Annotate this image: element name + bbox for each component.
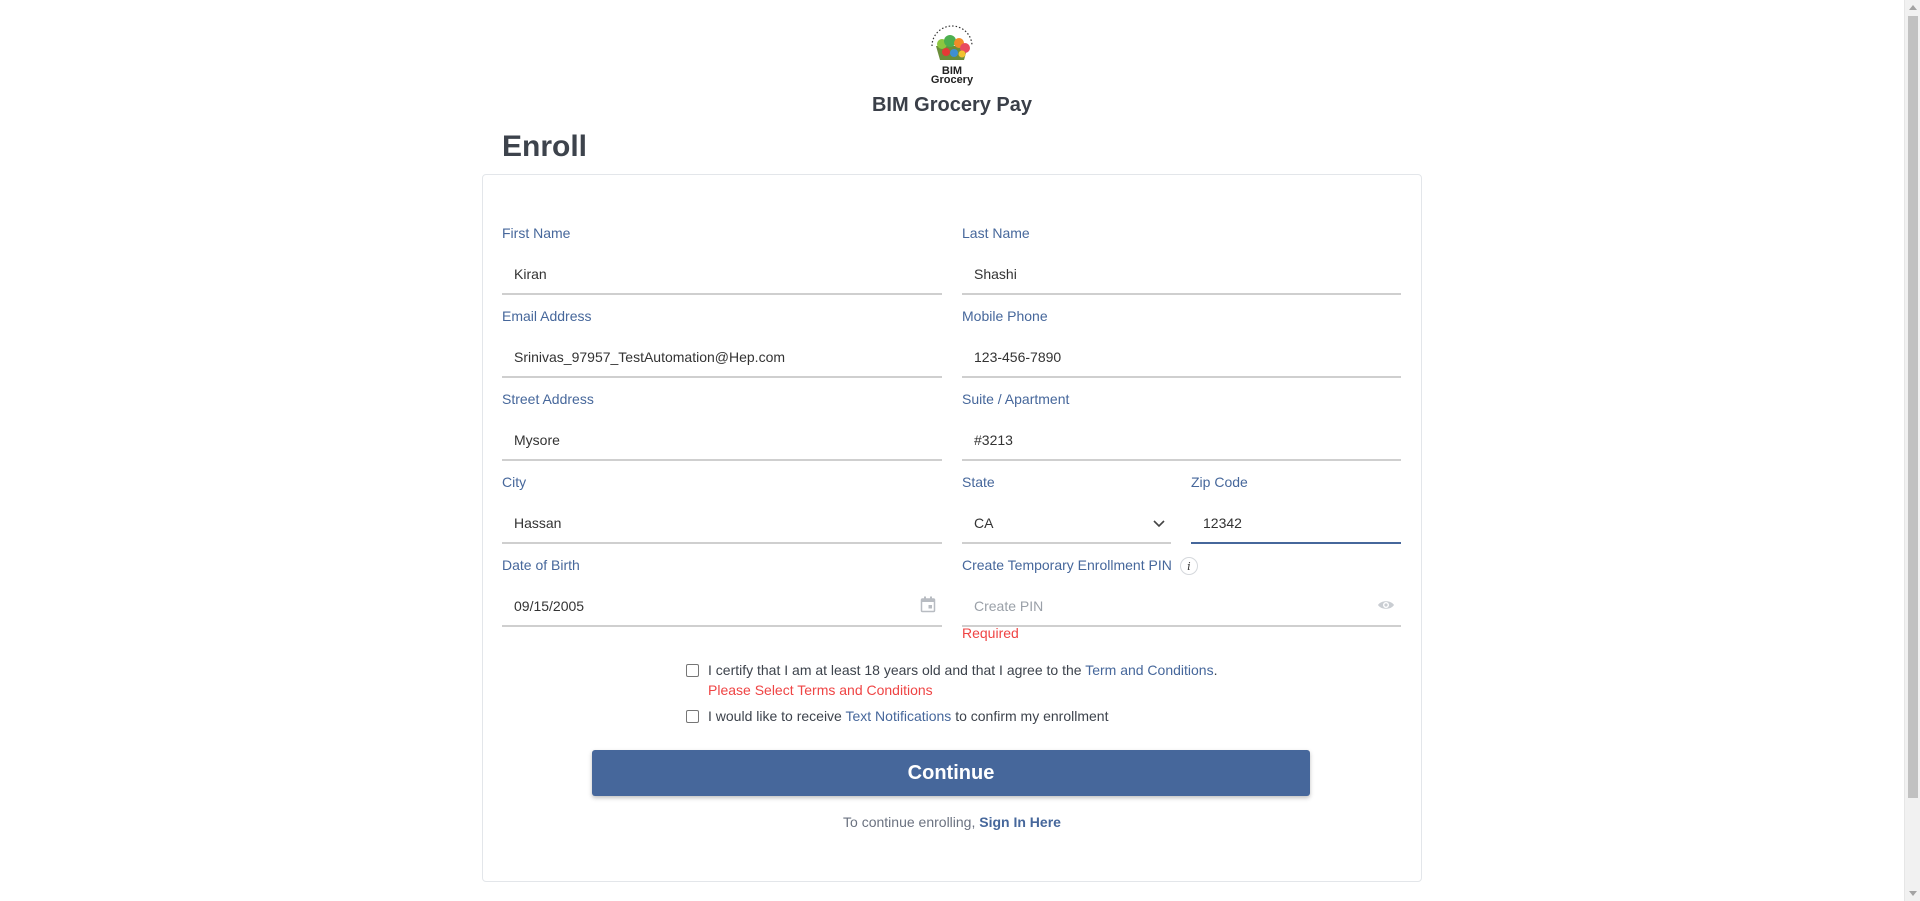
zip-code-value: 12342: [1203, 515, 1242, 531]
suite-value: #3213: [974, 432, 1013, 448]
zip-code-field: Zip Code 12342: [1191, 474, 1401, 544]
pin-field: Create Temporary Enrollment PIN i Create …: [962, 557, 1401, 627]
street-address-input[interactable]: Mysore: [502, 421, 942, 461]
sign-in-link[interactable]: Sign In Here: [979, 814, 1061, 830]
text-notifications-link[interactable]: Text Notifications: [845, 708, 951, 724]
street-address-label: Street Address: [502, 391, 594, 407]
mobile-phone-field: Mobile Phone 123-456-7890: [962, 308, 1401, 378]
sms-suffix: to confirm my enrollment: [951, 708, 1109, 724]
suite-input[interactable]: #3213: [962, 421, 1401, 461]
last-name-field: Last Name Shashi: [962, 225, 1401, 295]
first-name-value: Kiran: [514, 266, 547, 282]
brand-title: BIM Grocery Pay: [871, 94, 1033, 116]
last-name-value: Shashi: [974, 266, 1017, 282]
mobile-phone-label: Mobile Phone: [962, 308, 1048, 324]
mobile-phone-value: 123-456-7890: [974, 349, 1062, 365]
pin-label-text: Create Temporary Enrollment PIN: [962, 557, 1172, 573]
mobile-phone-input[interactable]: 123-456-7890: [962, 338, 1401, 378]
vertical-scrollbar[interactable]: [1904, 0, 1920, 901]
state-value: CA: [974, 515, 994, 531]
info-icon[interactable]: i: [1179, 557, 1198, 576]
brand-header: BIM Grocery BIM Grocery Pay: [0, 24, 1904, 117]
date-of-birth-field: Date of Birth 09/15/2005: [502, 557, 942, 627]
street-address-value: Mysore: [514, 432, 560, 448]
terms-suffix: .: [1213, 662, 1218, 678]
city-label: City: [502, 474, 527, 490]
zip-code-label: Zip Code: [1191, 474, 1248, 490]
city-input[interactable]: Hassan: [502, 504, 942, 544]
street-address-field: Street Address Mysore: [502, 391, 942, 461]
terms-text-block: I certify that I am at least 18 years ol…: [708, 662, 1217, 698]
pin-input[interactable]: Create PIN: [962, 587, 1401, 627]
page-title: Enroll: [502, 130, 588, 163]
terms-text: I certify that I am at least 18 years ol…: [708, 662, 1217, 678]
first-name-field: First Name Kiran: [502, 225, 942, 295]
page: BIM Grocery BIM Grocery Pay Enroll First…: [0, 0, 1904, 901]
zip-code-input[interactable]: 12342: [1191, 504, 1401, 544]
terms-consent-row: I certify that I am at least 18 years ol…: [686, 662, 1217, 698]
suite-label: Suite / Apartment: [962, 391, 1070, 407]
continue-button[interactable]: Continue: [592, 750, 1310, 796]
pin-placeholder: Create PIN: [974, 598, 1044, 614]
sms-text: I would like to receive Text Notificatio…: [708, 708, 1108, 724]
city-field: City Hassan: [502, 474, 942, 544]
scroll-up-icon[interactable]: [1909, 5, 1917, 10]
signin-prefix: To continue enrolling,: [843, 814, 980, 830]
city-value: Hassan: [514, 515, 562, 531]
last-name-input[interactable]: Shashi: [962, 255, 1401, 295]
sms-checkbox[interactable]: [686, 710, 699, 723]
signin-row: To continue enrolling, Sign In Here: [0, 814, 1904, 830]
date-of-birth-value: 09/15/2005: [514, 598, 585, 614]
logo-text-line2: Grocery: [930, 74, 974, 86]
scrollbar-thumb[interactable]: [1908, 16, 1918, 798]
chevron-down-icon: [1153, 515, 1165, 531]
email-label: Email Address: [502, 308, 592, 324]
email-input[interactable]: Srinivas_97957_TestAutomation@Hep.com: [502, 338, 942, 378]
eye-icon[interactable]: [1377, 598, 1395, 614]
last-name-label: Last Name: [962, 225, 1030, 241]
pin-label: Create Temporary Enrollment PIN i: [962, 557, 1401, 576]
terms-checkbox[interactable]: [686, 664, 699, 677]
state-select[interactable]: CA: [962, 504, 1171, 544]
sms-consent-row: I would like to receive Text Notificatio…: [686, 708, 1108, 724]
first-name-input[interactable]: Kiran: [502, 255, 942, 295]
sms-prefix: I would like to receive: [708, 708, 846, 724]
terms-prefix: I certify that I am at least 18 years ol…: [708, 662, 1086, 678]
first-name-label: First Name: [502, 225, 571, 241]
grocery-basket-icon: [931, 25, 973, 60]
calendar-icon[interactable]: [920, 596, 936, 616]
pin-error: Required: [962, 625, 1019, 641]
terms-link[interactable]: Term and Conditions: [1085, 662, 1213, 678]
date-of-birth-label: Date of Birth: [502, 557, 580, 573]
state-field: State CA: [962, 474, 1171, 544]
brand-logo: BIM Grocery: [924, 24, 980, 88]
state-label: State: [962, 474, 995, 490]
email-value: Srinivas_97957_TestAutomation@Hep.com: [514, 349, 786, 365]
date-of-birth-input[interactable]: 09/15/2005: [502, 587, 942, 627]
terms-error: Please Select Terms and Conditions: [708, 682, 933, 698]
suite-field: Suite / Apartment #3213: [962, 391, 1401, 461]
scroll-down-icon[interactable]: [1909, 891, 1917, 896]
email-field: Email Address Srinivas_97957_TestAutomat…: [502, 308, 942, 378]
